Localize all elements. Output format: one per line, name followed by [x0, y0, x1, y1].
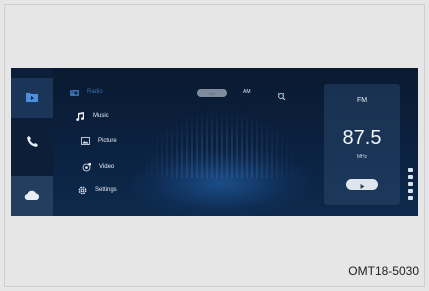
fm-toggle-label: FM — [209, 90, 215, 96]
phone-icon — [26, 134, 38, 152]
cloud-icon — [24, 187, 40, 205]
music-note-icon — [75, 111, 85, 121]
sidebar-item-cloud[interactable] — [11, 176, 53, 216]
frequency-readout: 87.5 — [342, 127, 382, 149]
audio-visualizer — [141, 108, 301, 178]
picture-icon — [80, 136, 90, 146]
battery-icon — [407, 196, 413, 200]
am-button[interactable]: AM — [243, 89, 251, 95]
menu-item-radio[interactable]: Radio — [69, 87, 103, 97]
bluetooth-icon — [407, 168, 413, 172]
menu-item-label: Settings — [95, 187, 117, 193]
usb-icon — [407, 175, 413, 179]
menu-item-label: Picture — [98, 138, 117, 144]
status-bar — [404, 168, 416, 200]
bluetooth-icon — [407, 189, 413, 193]
media-folder-icon — [26, 89, 38, 107]
now-playing-card: FM 87.5 MHz — [324, 84, 400, 205]
volume-icon — [407, 182, 413, 186]
sidebar — [11, 68, 53, 216]
menu-item-label: Music — [93, 113, 109, 119]
play-button[interactable] — [346, 179, 378, 190]
menu-item-settings[interactable]: Settings — [77, 185, 117, 195]
menu-item-label: Radio — [87, 89, 103, 95]
menu-item-picture[interactable]: Picture — [80, 136, 117, 146]
sidebar-item-phone[interactable] — [11, 123, 53, 163]
figure-code: OMT18-5030 — [348, 264, 419, 278]
fm-toggle-button[interactable]: FM — [197, 89, 227, 97]
menu-item-music[interactable]: Music — [75, 111, 109, 121]
play-icon — [360, 176, 365, 194]
band-label: FM — [356, 97, 368, 104]
radio-icon — [69, 87, 79, 97]
search-radio-icon[interactable] — [277, 87, 287, 105]
menu-item-label: Video — [99, 164, 115, 170]
frequency-unit: MHz — [356, 154, 368, 160]
video-icon — [81, 162, 91, 172]
infotainment-screen: Radio Music Picture Video Settings FM AM… — [11, 68, 418, 216]
settings-icon — [77, 185, 87, 195]
menu-item-video[interactable]: Video — [81, 162, 114, 172]
sidebar-item-media[interactable] — [11, 78, 53, 118]
